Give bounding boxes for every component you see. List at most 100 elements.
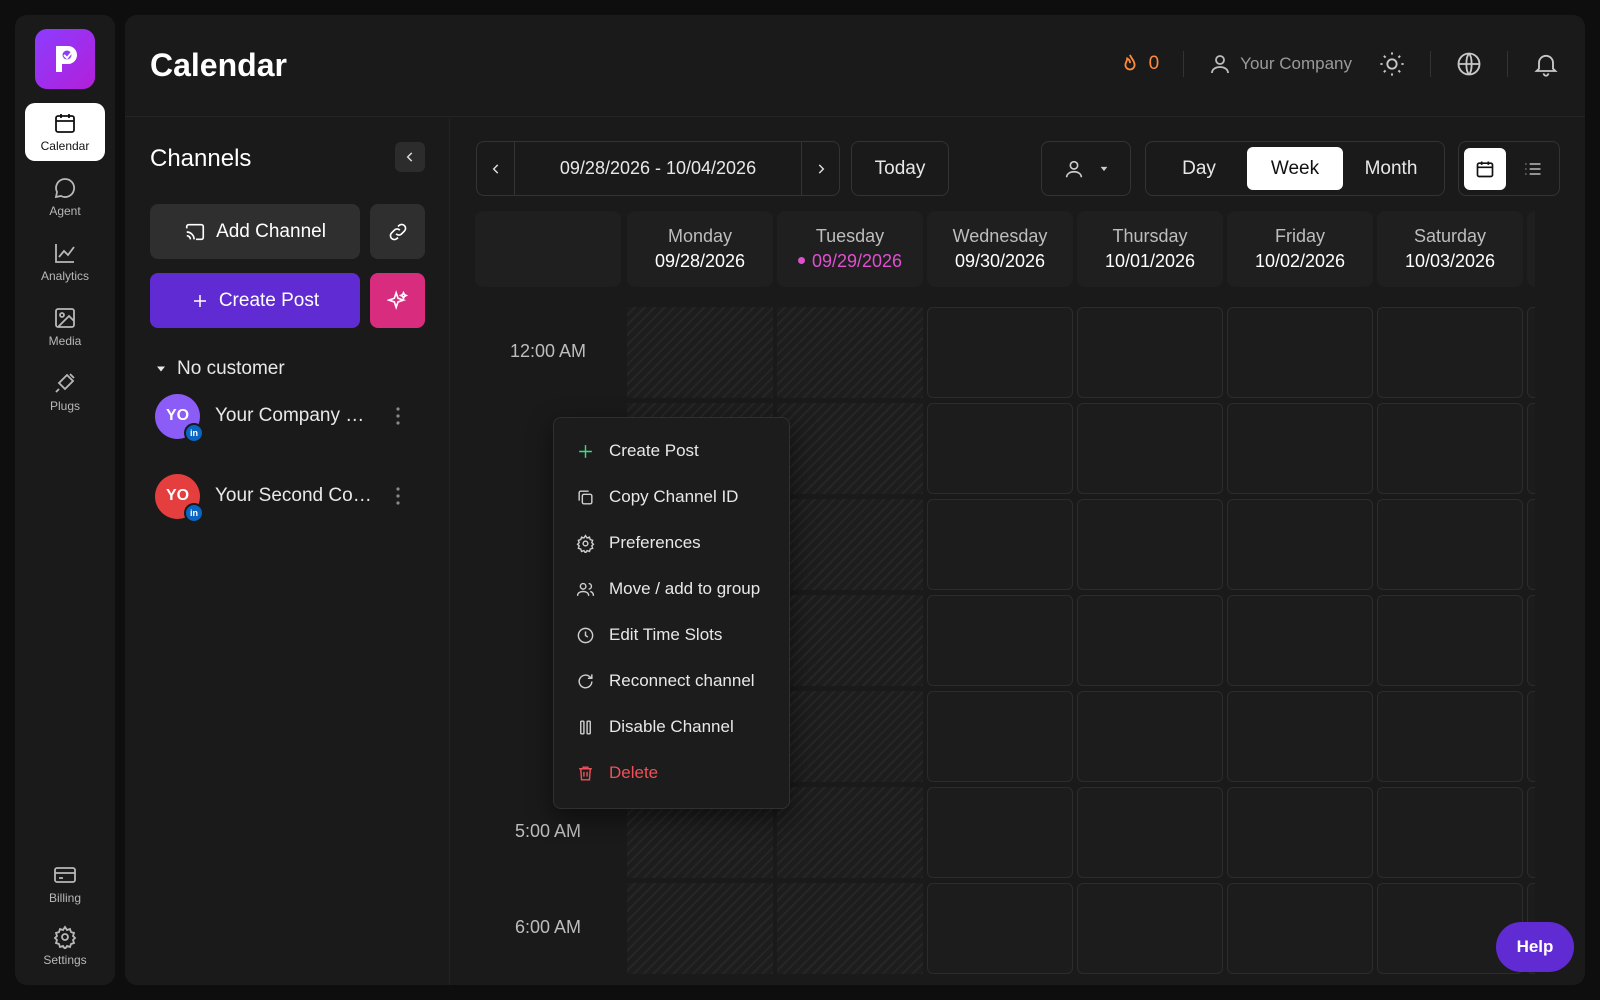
view-week[interactable]: Week: [1247, 147, 1343, 190]
time-slot[interactable]: [927, 403, 1073, 494]
time-slot[interactable]: [1377, 403, 1523, 494]
day-name: Saturday: [1413, 226, 1487, 246]
day-name: Tuesday: [815, 226, 885, 246]
view-month[interactable]: Month: [1343, 147, 1439, 190]
time-slot[interactable]: [1527, 595, 1535, 686]
menu-item-edit-time-slots[interactable]: Edit Time Slots: [554, 612, 789, 658]
cast-icon: [185, 223, 205, 240]
gear-icon: [576, 533, 595, 553]
calendar-mode-button[interactable]: [1464, 147, 1506, 190]
time-slot[interactable]: [1227, 499, 1373, 590]
linkedin-icon: in: [184, 502, 204, 523]
menu-item-preferences[interactable]: Preferences: [554, 520, 789, 566]
time-slot[interactable]: [1227, 691, 1373, 782]
time-slot[interactable]: [1527, 307, 1535, 398]
time-slot[interactable]: [1077, 403, 1223, 494]
create-post-button[interactable]: Create Post: [150, 273, 360, 328]
time-slot[interactable]: [1527, 691, 1535, 782]
menu-item-label: Copy Channel ID: [609, 487, 739, 506]
nav-plugs[interactable]: Plugs: [25, 363, 105, 421]
nav-label: Plugs: [49, 399, 81, 413]
time-slot[interactable]: [1077, 691, 1223, 782]
prev-week-button[interactable]: [477, 142, 514, 195]
day-header: Saturday 10/03/2026: [1377, 211, 1523, 287]
nav-label: Analytics: [40, 269, 90, 283]
customer-select[interactable]: [1041, 141, 1131, 196]
time-slot[interactable]: [1527, 403, 1535, 494]
app-logo[interactable]: [35, 29, 95, 89]
day-name: Wednesday: [952, 226, 1048, 246]
company-switcher[interactable]: Your Company: [1208, 52, 1352, 76]
time-slot[interactable]: [1377, 307, 1523, 398]
time-slot: [777, 499, 923, 590]
streak-counter[interactable]: 0: [1119, 52, 1159, 76]
channel-item[interactable]: YO in Your Second Company: [155, 471, 425, 523]
ai-generate-button[interactable]: [370, 273, 425, 328]
time-slot[interactable]: [1077, 787, 1223, 878]
view-day[interactable]: Day: [1151, 147, 1247, 190]
menu-item-label: Edit Time Slots: [609, 625, 723, 644]
collapse-panel-button[interactable]: [395, 142, 425, 172]
nav-agent[interactable]: Agent: [25, 168, 105, 226]
date-range-label[interactable]: 09/28/2026 - 10/04/2026: [514, 142, 802, 195]
customer-group-toggle[interactable]: No customer: [155, 358, 285, 380]
copy-icon: [578, 489, 593, 505]
copy-link-button[interactable]: [370, 204, 425, 259]
notifications-button[interactable]: [1532, 50, 1560, 78]
menu-item-label: Preferences: [609, 533, 701, 552]
menu-item-move-add-to-group[interactable]: Move / add to group: [554, 566, 789, 612]
channel-item[interactable]: YO in Your Company Page: [155, 391, 425, 443]
card-icon: [54, 867, 76, 883]
nav-label: Media: [48, 334, 82, 348]
time-slot[interactable]: [927, 883, 1073, 974]
menu-item-create-post[interactable]: Create Post: [554, 428, 789, 474]
time-slot[interactable]: [1377, 499, 1523, 590]
menu-item-reconnect-channel[interactable]: Reconnect channel: [554, 658, 789, 704]
nav-analytics[interactable]: Analytics: [25, 233, 105, 291]
caret-down-icon: [157, 366, 165, 372]
menu-item-label: Create Post: [609, 441, 699, 460]
caret-down-icon: [1100, 166, 1108, 171]
time-slot[interactable]: [927, 499, 1073, 590]
list-mode-button[interactable]: [1512, 148, 1554, 190]
nav-billing[interactable]: Billing: [25, 855, 105, 913]
topbar: Calendar 0 Your Company: [125, 15, 1585, 117]
sun-icon: [1380, 52, 1404, 76]
time-slot[interactable]: [1377, 787, 1523, 878]
time-slot[interactable]: [1077, 307, 1223, 398]
today-button[interactable]: Today: [851, 141, 949, 196]
users-icon: [576, 582, 595, 596]
time-slot[interactable]: [1527, 499, 1535, 590]
time-slot[interactable]: [927, 787, 1073, 878]
menu-item-label: Reconnect channel: [609, 671, 755, 690]
avatar-initials: YO: [165, 407, 190, 424]
time-slot[interactable]: [1077, 883, 1223, 974]
menu-item-copy-channel-id[interactable]: Copy Channel ID: [554, 474, 789, 520]
theme-toggle[interactable]: [1378, 50, 1406, 78]
time-slot[interactable]: [927, 595, 1073, 686]
time-slot[interactable]: [1527, 787, 1535, 878]
time-slot[interactable]: [1227, 403, 1373, 494]
time-slot[interactable]: [1377, 595, 1523, 686]
menu-item-delete[interactable]: Delete: [554, 750, 789, 796]
add-channel-button[interactable]: Add Channel: [150, 204, 360, 259]
time-slot[interactable]: [1377, 691, 1523, 782]
next-week-button[interactable]: [802, 142, 839, 195]
time-slot[interactable]: [1077, 499, 1223, 590]
help-button[interactable]: Help: [1496, 922, 1574, 972]
menu-item-disable-channel[interactable]: Disable Channel: [554, 704, 789, 750]
time-slot[interactable]: [1227, 787, 1373, 878]
time-slot[interactable]: [1227, 883, 1373, 974]
time-slot[interactable]: [1227, 595, 1373, 686]
more-options-icon[interactable]: [395, 406, 401, 426]
time-slot[interactable]: [1227, 307, 1373, 398]
time-slot[interactable]: [927, 691, 1073, 782]
nav-media[interactable]: Media: [25, 298, 105, 356]
language-button[interactable]: [1455, 50, 1483, 78]
time-slot[interactable]: [1077, 595, 1223, 686]
time-slot[interactable]: [927, 307, 1073, 398]
plug-icon: [55, 373, 75, 393]
more-options-icon[interactable]: [395, 486, 401, 506]
nav-calendar[interactable]: Calendar: [25, 103, 105, 161]
nav-settings[interactable]: Settings: [25, 917, 105, 975]
